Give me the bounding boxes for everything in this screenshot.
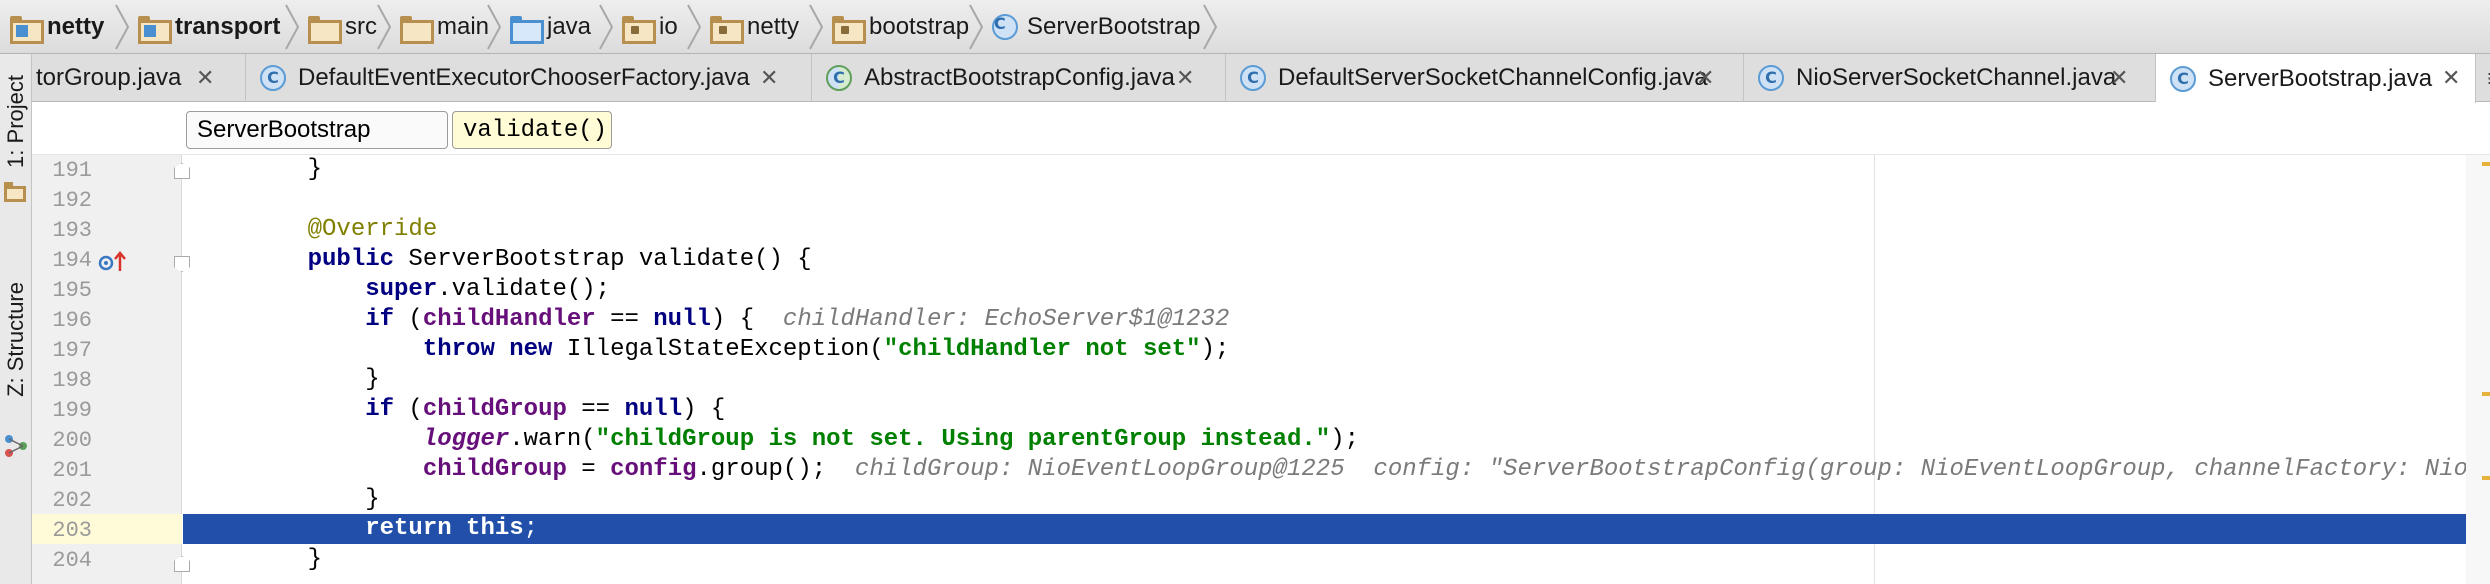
error-stripe-mark[interactable] xyxy=(2482,162,2490,166)
close-icon[interactable]: ✕ xyxy=(196,66,214,91)
error-stripe xyxy=(2466,155,2490,584)
package-icon xyxy=(832,16,866,44)
line-number: 199 xyxy=(52,398,92,423)
package-icon xyxy=(710,16,744,44)
tab-overflow-menu-icon[interactable]: ≡ xyxy=(2486,64,2490,92)
code-line-194: public ServerBootstrap validate() { xyxy=(307,246,812,273)
class-icon: C xyxy=(992,14,1018,40)
tab-label: torGroup.java xyxy=(36,64,182,91)
error-stripe-mark[interactable] xyxy=(2482,476,2490,480)
folder-icon xyxy=(308,16,342,44)
line-number: 200 xyxy=(52,428,92,453)
code-line-199: if (childGroup == null) { xyxy=(365,396,726,423)
module-folder-icon xyxy=(10,16,44,44)
tab-label: DefaultEventExecutorChooserFactory.java xyxy=(298,64,750,91)
breadcrumb-bootstrap[interactable]: bootstrap xyxy=(822,0,969,54)
code-line-200: logger.warn("childGroup is not set. Usin… xyxy=(422,426,1360,453)
project-folder-icon xyxy=(4,182,26,202)
project-tool-window-label: 1: Project xyxy=(3,74,28,168)
class-icon: C xyxy=(2170,65,2196,92)
breadcrumb-main[interactable]: main xyxy=(390,0,489,54)
line-number: 203 xyxy=(52,518,92,543)
tab-nio-server-socket-channel[interactable]: C NioServerSocketChannel.java ✕ xyxy=(1744,54,2156,102)
tab-label: AbstractBootstrapConfig.java xyxy=(864,64,1175,91)
class-icon: C xyxy=(1240,65,1266,91)
debug-inline-value: childGroup: NioEventLoopGroup@1225 confi… xyxy=(826,456,2466,483)
breadcrumb-label: bootstrap xyxy=(869,13,970,40)
close-icon[interactable]: ✕ xyxy=(2110,66,2128,91)
code-line-201: childGroup = config.group(); childGroup:… xyxy=(250,455,2466,485)
tool-window-strip: 1: Project Z: Structure xyxy=(0,54,32,584)
close-icon[interactable]: ✕ xyxy=(760,66,778,91)
breadcrumb-label: netty xyxy=(47,13,105,40)
code-line-198: } xyxy=(365,366,380,393)
tab-server-bootstrap[interactable]: C ServerBootstrap.java ✕ xyxy=(2156,54,2476,103)
editor-breadcrumbs: ServerBootstrap validate() xyxy=(32,103,2490,155)
line-number: 201 xyxy=(52,458,92,483)
line-number: 194 xyxy=(52,248,92,273)
tab-label: NioServerSocketChannel.java xyxy=(1796,64,2117,91)
breadcrumb-separator-icon xyxy=(1203,4,1218,50)
tab-label: ServerBootstrap.java xyxy=(2208,64,2433,92)
breadcrumb-java[interactable]: java xyxy=(500,0,591,54)
close-icon[interactable]: ✕ xyxy=(2442,66,2460,91)
code-line-204: } xyxy=(307,546,323,573)
line-number: 196 xyxy=(52,308,92,333)
structure-tool-window-button[interactable]: Z: Structure xyxy=(0,244,32,434)
close-icon[interactable]: ✕ xyxy=(1696,66,1714,91)
breadcrumb-label: io xyxy=(659,13,678,40)
code-line-197: throw new IllegalStateException("childHa… xyxy=(422,336,1230,363)
breadcrumb-label: netty xyxy=(747,13,800,40)
line-number: 197 xyxy=(52,338,92,363)
tab-default-server-socket-channel-config[interactable]: C DefaultServerSocketChannelConfig.java … xyxy=(1226,54,1744,102)
line-number: 204 xyxy=(52,548,92,573)
code-line-196: if (childHandler == null) { childHandler… xyxy=(365,306,1230,333)
structure-tool-window-label: Z: Structure xyxy=(3,281,28,397)
editor-crumb-method[interactable]: validate() xyxy=(452,111,612,149)
folder-icon xyxy=(400,16,434,44)
code-line-202: } xyxy=(365,486,380,513)
line-number: 192 xyxy=(52,188,92,213)
breadcrumb-netty-module[interactable]: netty xyxy=(0,0,104,54)
code-line-203: return this; xyxy=(365,515,539,542)
navigation-bar: netty transport src main java io netty b… xyxy=(0,0,2490,54)
project-tool-window-button[interactable]: 1: Project xyxy=(0,62,32,180)
tab-label: DefaultServerSocketChannelConfig.java xyxy=(1278,64,1708,91)
source-folder-icon xyxy=(510,16,544,44)
line-number: 191 xyxy=(52,158,92,183)
module-folder-icon xyxy=(138,16,172,44)
breadcrumb-label: java xyxy=(547,13,592,40)
package-icon xyxy=(622,16,656,44)
breadcrumb-label: src xyxy=(345,13,377,40)
line-number: 193 xyxy=(52,218,92,243)
code-line-193: @Override xyxy=(307,216,438,243)
breadcrumb-src[interactable]: src xyxy=(298,0,377,54)
breadcrumb-transport-module[interactable]: transport xyxy=(128,0,280,54)
breadcrumb-label: transport xyxy=(175,13,281,40)
code-line-191: } xyxy=(250,156,323,183)
abstract-class-icon: C xyxy=(826,65,852,91)
structure-icon xyxy=(5,435,27,457)
debug-inline-value: childHandler: EchoServer$1@1232 xyxy=(754,306,1230,333)
overrides-method-icon[interactable] xyxy=(98,251,128,273)
breadcrumb-label: main xyxy=(437,13,490,40)
close-icon[interactable]: ✕ xyxy=(1176,66,1194,91)
editor-tab-bar: torGroup.java ✕ C DefaultEventExecutorCh… xyxy=(32,54,2490,103)
tab-abstract-bootstrap-config[interactable]: C AbstractBootstrapConfig.java ✕ xyxy=(812,54,1226,102)
breadcrumb-netty-package[interactable]: netty xyxy=(700,0,799,54)
editor-crumb-class[interactable]: ServerBootstrap xyxy=(186,111,448,149)
tab-executor-group[interactable]: torGroup.java ✕ xyxy=(32,54,246,102)
tab-default-event-executor-chooser-factory[interactable]: C DefaultEventExecutorChooserFactory.jav… xyxy=(246,54,812,102)
line-number: 202 xyxy=(52,488,92,513)
error-stripe-mark[interactable] xyxy=(2482,392,2490,396)
breadcrumb-serverbootstrap[interactable]: C ServerBootstrap xyxy=(982,0,1200,54)
breadcrumb-label: ServerBootstrap xyxy=(1027,13,1201,40)
class-icon: C xyxy=(260,65,286,91)
line-number: 195 xyxy=(52,278,92,303)
code-line-195: super.validate(); xyxy=(365,276,611,303)
breadcrumb-io[interactable]: io xyxy=(612,0,678,54)
line-number: 198 xyxy=(52,368,92,393)
class-icon: C xyxy=(1758,65,1784,91)
